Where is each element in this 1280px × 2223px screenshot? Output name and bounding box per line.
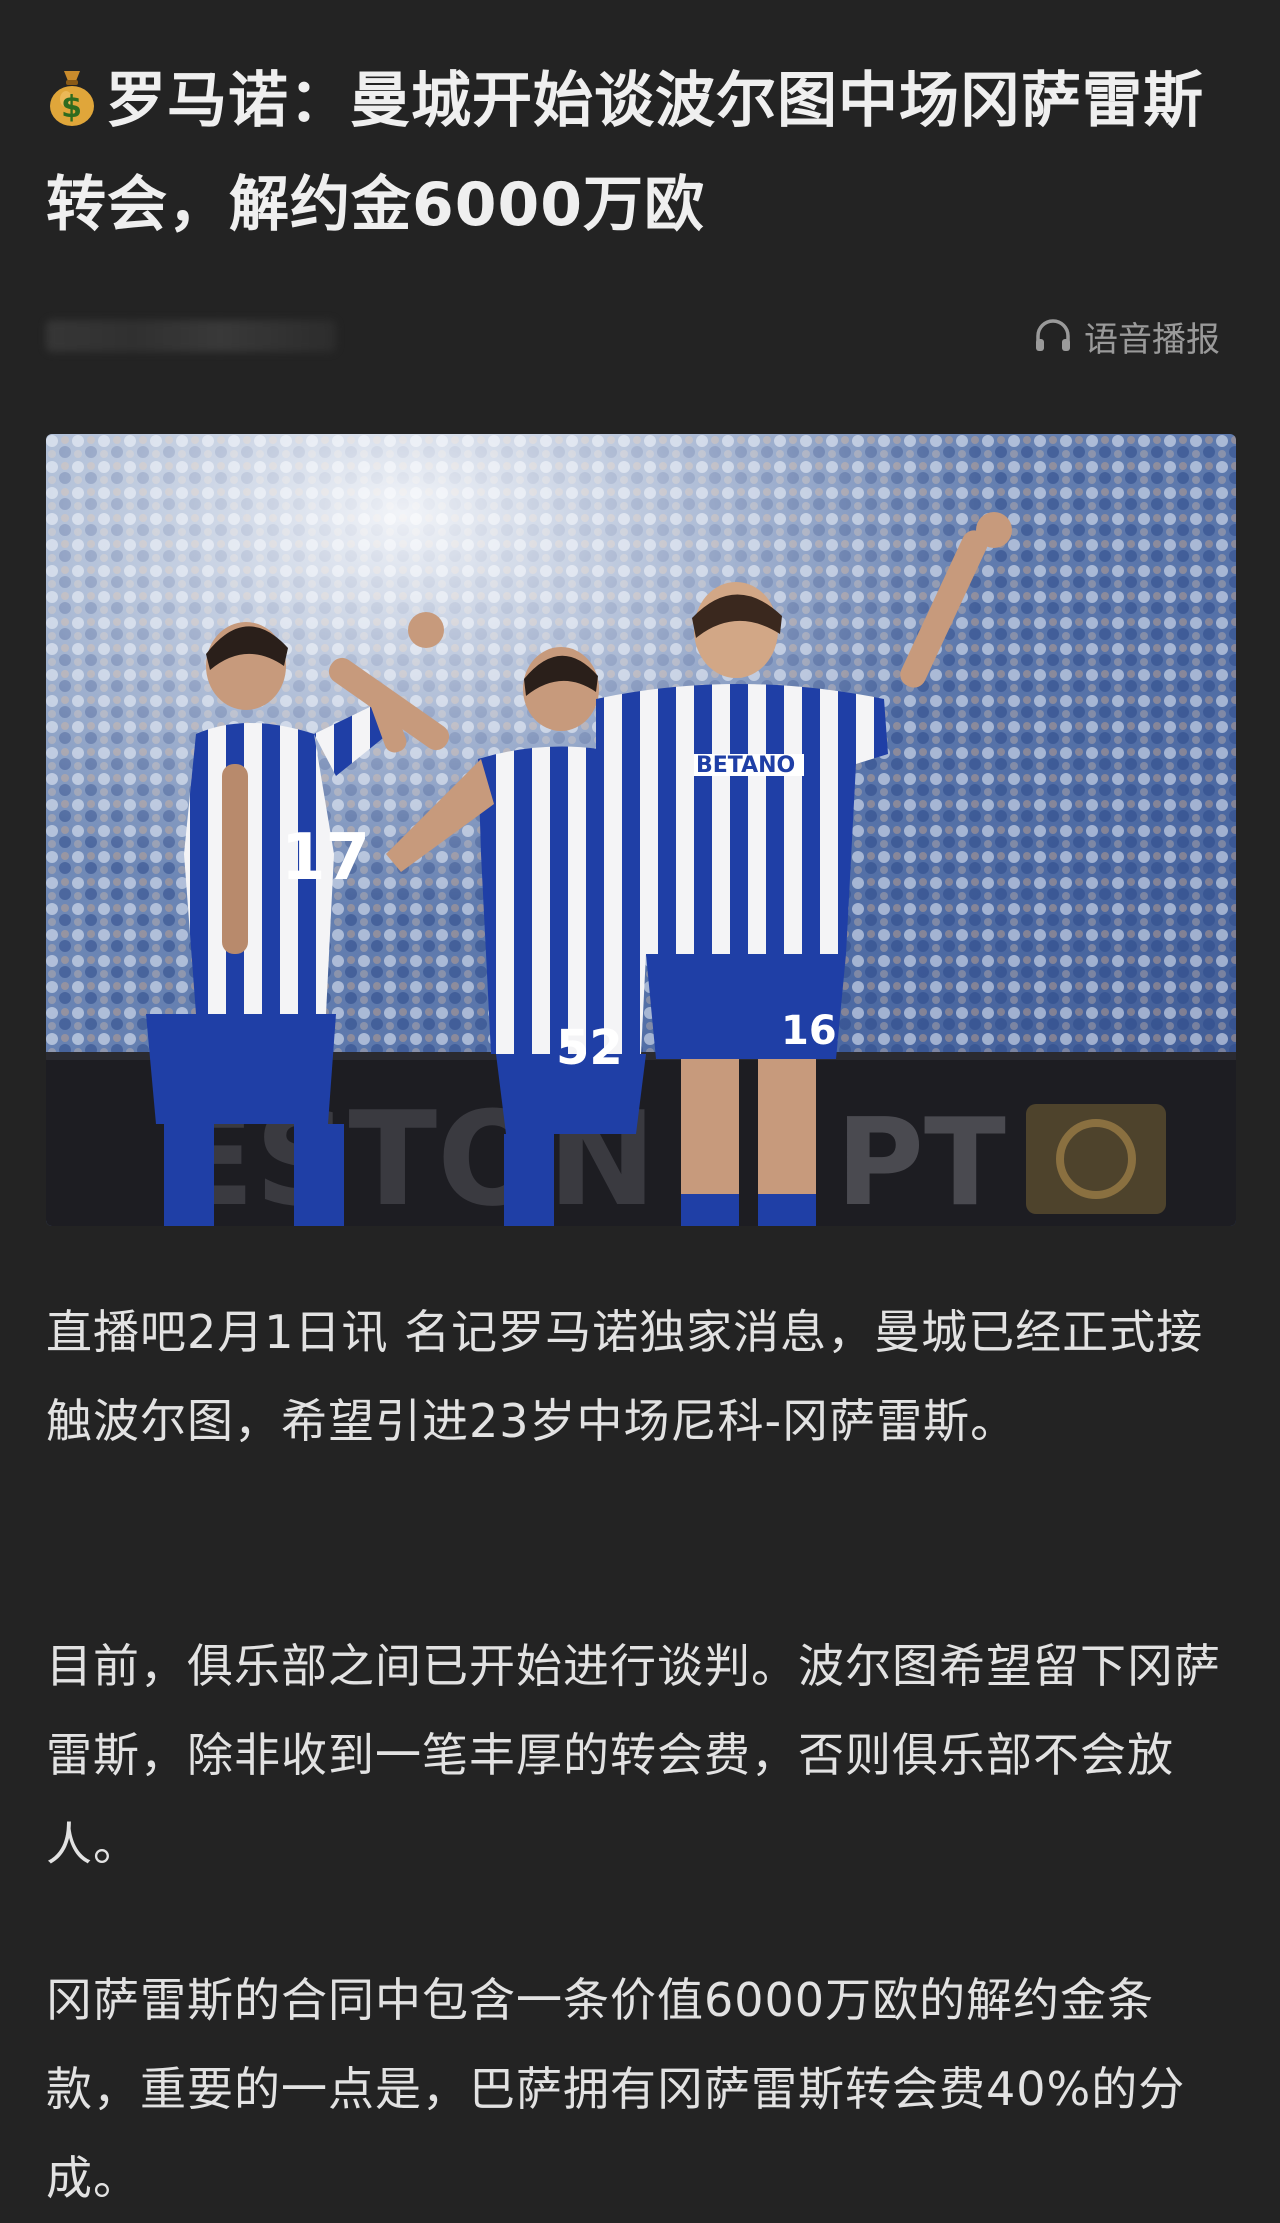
article-title: $ 罗马诺：曼城开始谈波尔图中场冈萨雷斯转会，解约金6000万欧 [46, 52, 1236, 254]
jersey-sponsor: BETANO [696, 753, 795, 778]
article-paragraph-1: 直播吧2月1日讯 名记罗马诺独家消息，曼城已经正式接触波尔图，希望引进23岁中场… [46, 1305, 1204, 1448]
article-photo[interactable]: ESTON PT 17 52 BETANO 16 [46, 434, 1236, 1226]
money-bag-icon: $ [46, 58, 98, 156]
author-info-blurred [46, 320, 336, 352]
voice-broadcast-button[interactable]: 语音播报 [1032, 310, 1220, 362]
svg-text:17: 17 [281, 821, 370, 895]
article-title-text: 罗马诺：曼城开始谈波尔图中场冈萨雷斯转会，解约金6000万欧 [46, 66, 1204, 240]
voice-broadcast-label: 语音播报 [1084, 319, 1220, 360]
headphones-icon [1036, 319, 1070, 351]
article-meta-row: 语音播报 [46, 310, 1236, 362]
svg-text:$: $ [61, 90, 83, 125]
article-paragraph-2: 目前，俱乐部之间已开始进行谈判。波尔图希望留下冈萨雷斯，除非收到一笔丰厚的转会费… [46, 1639, 1221, 1871]
svg-text:16: 16 [781, 1008, 837, 1054]
svg-text:52: 52 [556, 1020, 623, 1076]
article-paragraph-3: 冈萨雷斯的合同中包含一条价值6000万欧的解约金条款，重要的一点是，巴萨拥有冈萨… [46, 1973, 1186, 2205]
board-text: PT [836, 1094, 1006, 1226]
